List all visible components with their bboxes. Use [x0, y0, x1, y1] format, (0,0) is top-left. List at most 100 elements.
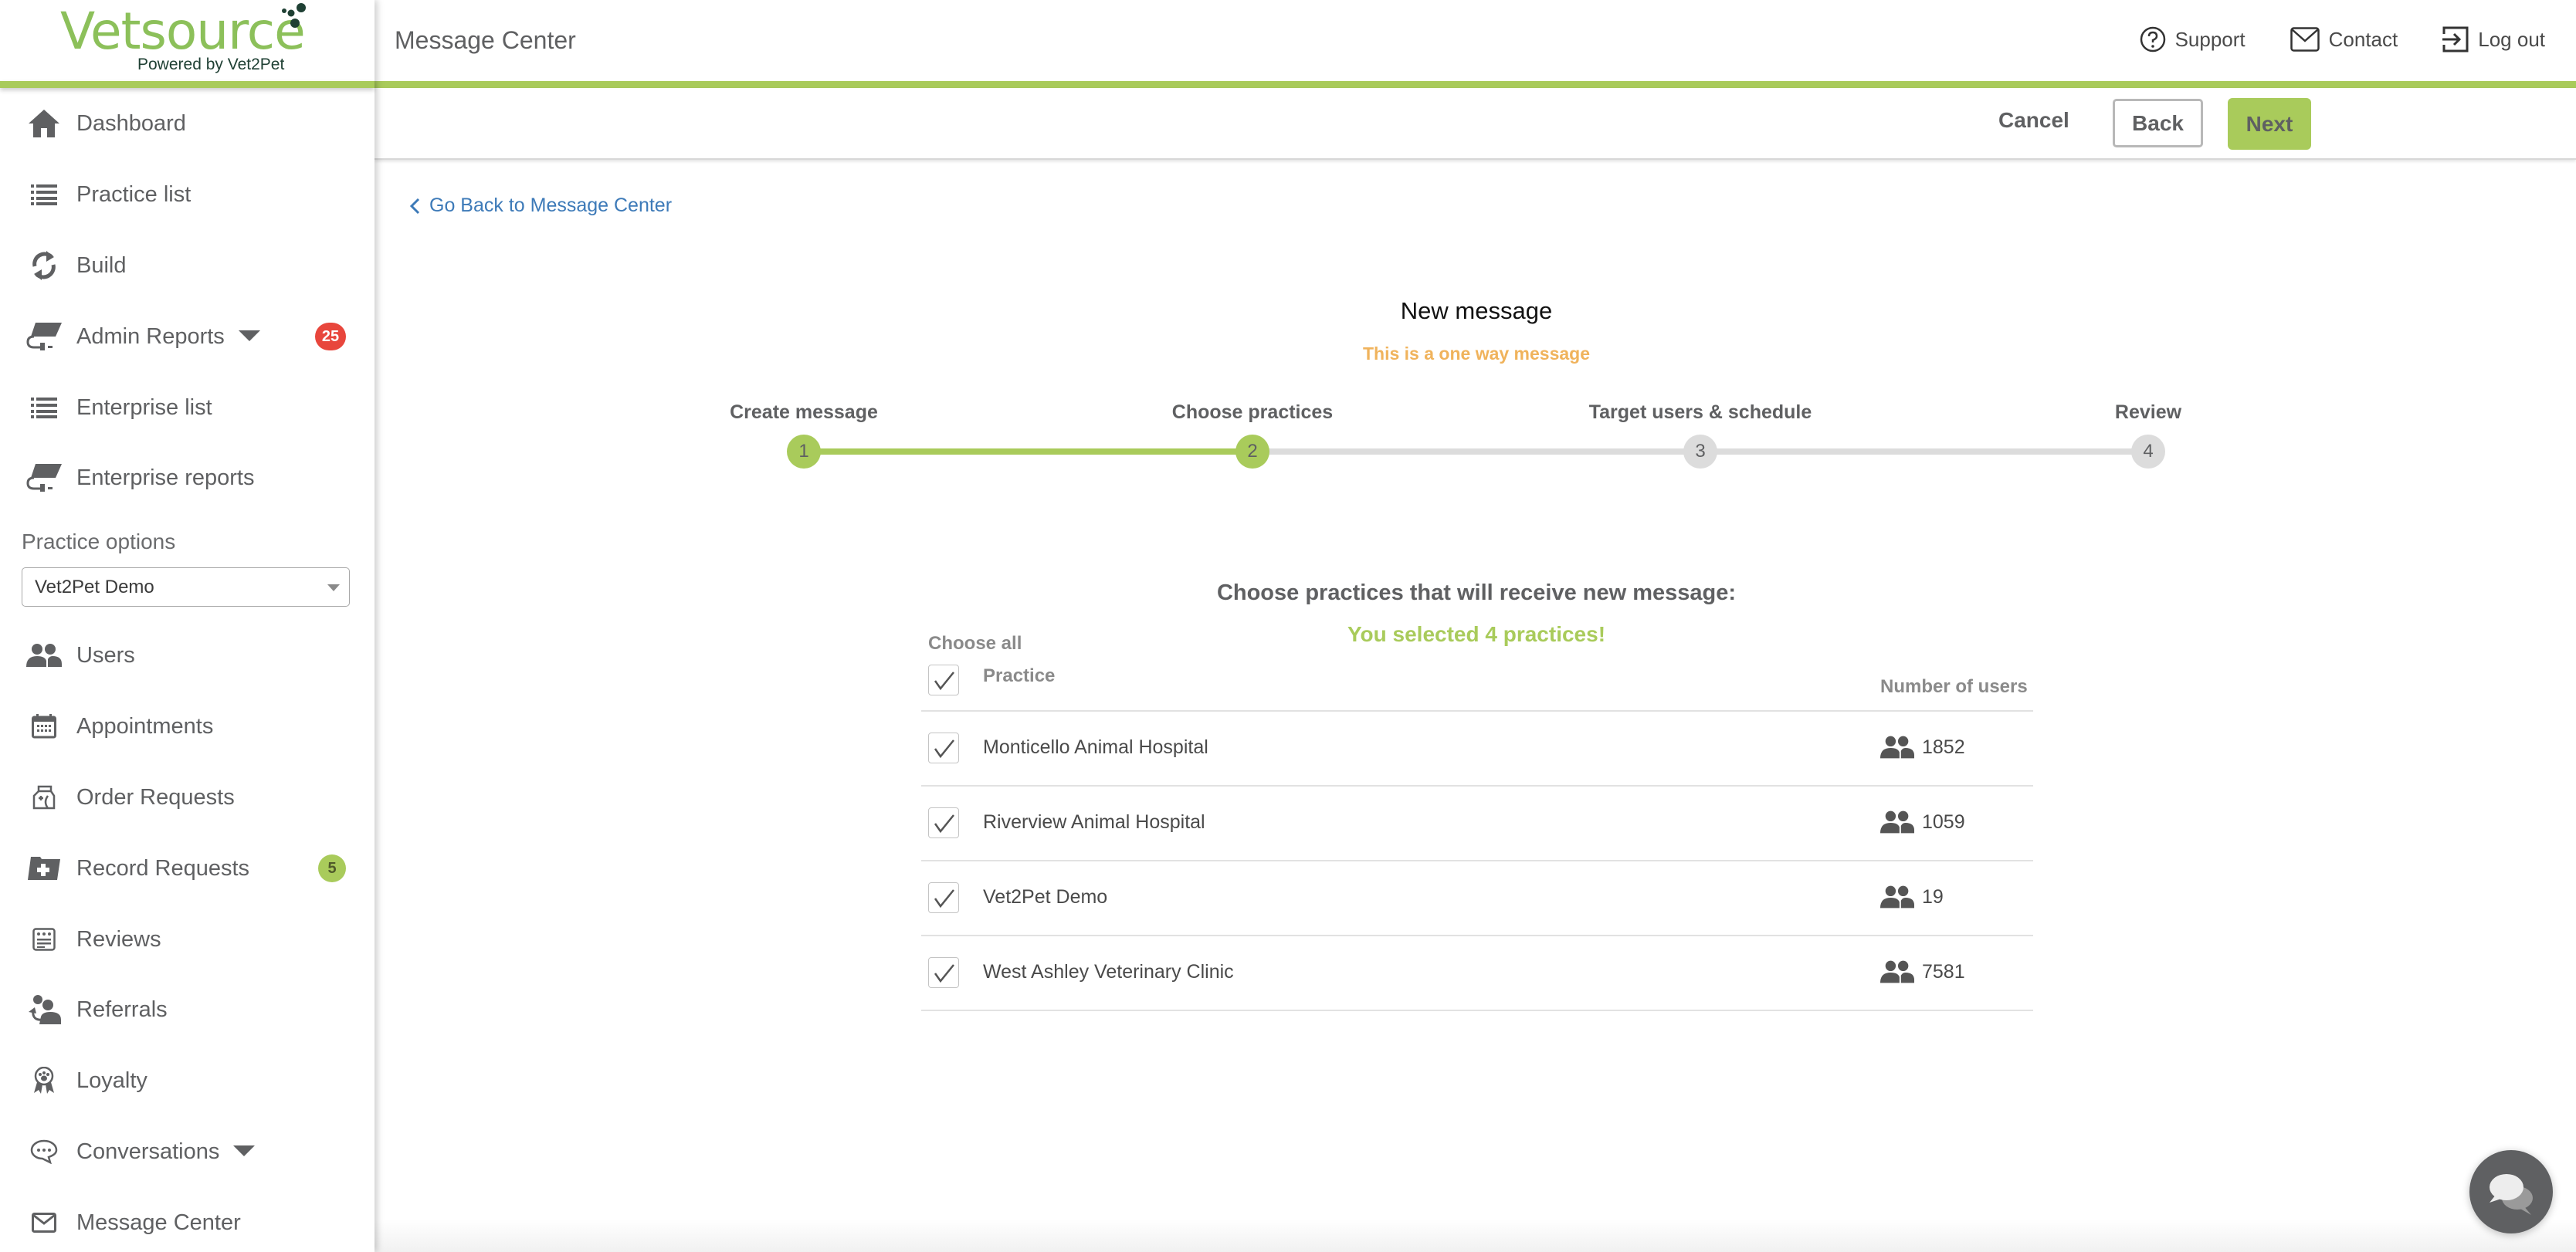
sidebar-item-label: Loyalty — [76, 1068, 147, 1093]
brand-accent-bar — [375, 81, 2576, 88]
vetsource-logo[interactable]: Vetsource Powered by Vet2Pet — [0, 0, 375, 81]
help-circle-icon — [2140, 26, 2165, 52]
sidebar-item-reviews[interactable]: Reviews — [0, 912, 375, 966]
step-connector-2-3 — [1252, 448, 1700, 455]
medicine-bag-icon — [26, 780, 62, 815]
support-link[interactable]: Support — [2140, 26, 2246, 52]
sidebar-item-loyalty[interactable]: Loyalty — [0, 1054, 375, 1108]
sidebar-item-label: Order Requests — [76, 784, 235, 810]
sidebar-item-label: Record Requests — [76, 855, 250, 881]
sidebar-item-referrals[interactable]: Referrals — [0, 983, 375, 1037]
practice-name: Vet2Pet Demo — [983, 886, 1108, 908]
step-connector-3-4 — [1700, 448, 2148, 455]
step-circle-3: 3 — [1683, 435, 1717, 469]
practice-row[interactable]: Riverview Animal Hospital 1059 — [921, 786, 2033, 860]
go-back-link[interactable]: Go Back to Message Center — [409, 195, 672, 217]
row-divider — [921, 1010, 2033, 1011]
caret-down-icon[interactable] — [238, 330, 260, 341]
sidebar-item-label: Build — [76, 252, 127, 278]
logout-icon — [2442, 26, 2469, 52]
one-way-notice: This is a one way message — [1362, 343, 1591, 364]
practice-checkbox[interactable] — [928, 957, 959, 988]
practice-row[interactable]: Vet2Pet Demo 19 — [921, 861, 2033, 935]
sidebar-item-label: Admin Reports — [76, 324, 260, 350]
refresh-icon — [26, 248, 62, 283]
practice-options-label: Practice options — [22, 530, 176, 553]
back-button[interactable]: Back — [2113, 99, 2203, 147]
chat-bubble-icon — [26, 1134, 62, 1169]
bottom-fade — [375, 1220, 2576, 1252]
record-requests-badge: 5 — [318, 854, 346, 882]
sidebar-item-label: Conversations — [76, 1139, 256, 1165]
logo-brand: Vetsource — [60, 2, 306, 61]
checkmark-icon — [934, 964, 954, 983]
support-label: Support — [2174, 27, 2246, 51]
reports-book-icon — [26, 319, 62, 354]
step-circle-1[interactable]: 1 — [787, 435, 821, 469]
sidebar-item-label: Enterprise reports — [76, 465, 255, 490]
sidebar-item-admin-reports[interactable]: Admin Reports 25 — [0, 310, 375, 364]
cancel-button[interactable]: Cancel — [1998, 108, 2069, 133]
sidebar-item-label: Appointments — [76, 713, 214, 739]
practice-select-value: Vet2Pet Demo — [35, 576, 154, 597]
choose-all-checkbox[interactable] — [928, 665, 959, 695]
contact-link[interactable]: Contact — [2290, 27, 2398, 52]
sidebar-item-label: Message Center — [76, 1210, 241, 1235]
caret-down-icon[interactable] — [233, 1145, 256, 1156]
sidebar-item-practice-list[interactable]: Practice list — [0, 167, 375, 222]
user-count: 1059 — [1922, 811, 1965, 833]
practice-name: Monticello Animal Hospital — [983, 736, 1208, 758]
sidebar: Vetsource Powered by Vet2Pet Dashboard P… — [0, 0, 375, 1252]
practice-checkbox[interactable] — [928, 807, 959, 838]
practice-row[interactable]: Monticello Animal Hospital 1852 — [921, 711, 2033, 785]
chat-widget-button[interactable] — [2469, 1150, 2553, 1233]
sidebar-item-label: Dashboard — [76, 110, 186, 136]
step-label-create-message: Create message — [730, 401, 878, 423]
users-icon — [1880, 885, 1914, 909]
sidebar-item-label: Reviews — [76, 926, 161, 952]
step-label-target-users: Target users & schedule — [1588, 401, 1812, 423]
sidebar-item-label: Practice list — [76, 181, 192, 207]
wizard-toolbar: Cancel Back Next — [375, 88, 2576, 160]
sidebar-item-message-center[interactable]: Message Center — [0, 1196, 375, 1250]
sidebar-item-users[interactable]: Users — [0, 628, 375, 682]
users-icon — [1880, 736, 1914, 759]
reviews-icon — [26, 922, 62, 957]
sidebar-item-dashboard[interactable]: Dashboard — [0, 96, 375, 151]
practice-select[interactable]: Vet2Pet Demo — [22, 567, 350, 607]
sidebar-item-build[interactable]: Build — [0, 239, 375, 293]
checkmark-icon — [934, 889, 954, 909]
checkmark-icon — [934, 672, 954, 691]
practice-row[interactable]: West Ashley Veterinary Clinic 7581 — [921, 936, 2033, 1010]
sidebar-item-appointments[interactable]: Appointments — [0, 699, 375, 753]
paw-ribbon-icon — [26, 1063, 62, 1098]
list-icon — [26, 390, 62, 425]
list-icon — [26, 177, 62, 212]
brand-accent-bar — [0, 81, 375, 88]
practice-checkbox[interactable] — [928, 733, 959, 763]
referrals-icon — [26, 992, 62, 1027]
practice-checkbox[interactable] — [928, 882, 959, 913]
sidebar-item-order-requests[interactable]: Order Requests — [0, 770, 375, 824]
next-button[interactable]: Next — [2228, 98, 2311, 150]
selected-count-message: You selected 4 practices! — [1347, 622, 1606, 646]
chat-bubbles-icon — [2490, 1174, 2533, 1215]
sidebar-item-conversations[interactable]: Conversations — [0, 1125, 375, 1179]
sidebar-item-enterprise-reports[interactable]: Enterprise reports — [0, 451, 375, 505]
users-icon — [26, 638, 62, 673]
step-connector-1-2 — [804, 448, 1252, 455]
sidebar-item-label: Users — [76, 642, 135, 668]
users-icon — [1880, 960, 1914, 983]
step-label-choose-practices: Choose practices — [1171, 401, 1334, 423]
sidebar-item-record-requests[interactable]: Record Requests 5 — [0, 841, 375, 895]
step-circle-2[interactable]: 2 — [1235, 435, 1269, 469]
user-count: 1852 — [1922, 736, 1965, 758]
practice-name: West Ashley Veterinary Clinic — [983, 961, 1234, 983]
dropdown-arrow-icon — [327, 584, 340, 591]
calendar-icon — [26, 709, 62, 744]
checkmark-icon — [934, 739, 954, 759]
go-back-label: Go Back to Message Center — [429, 195, 673, 216]
home-icon — [26, 106, 62, 141]
sidebar-item-enterprise-list[interactable]: Enterprise list — [0, 381, 375, 435]
logout-link[interactable]: Log out — [2442, 26, 2545, 52]
